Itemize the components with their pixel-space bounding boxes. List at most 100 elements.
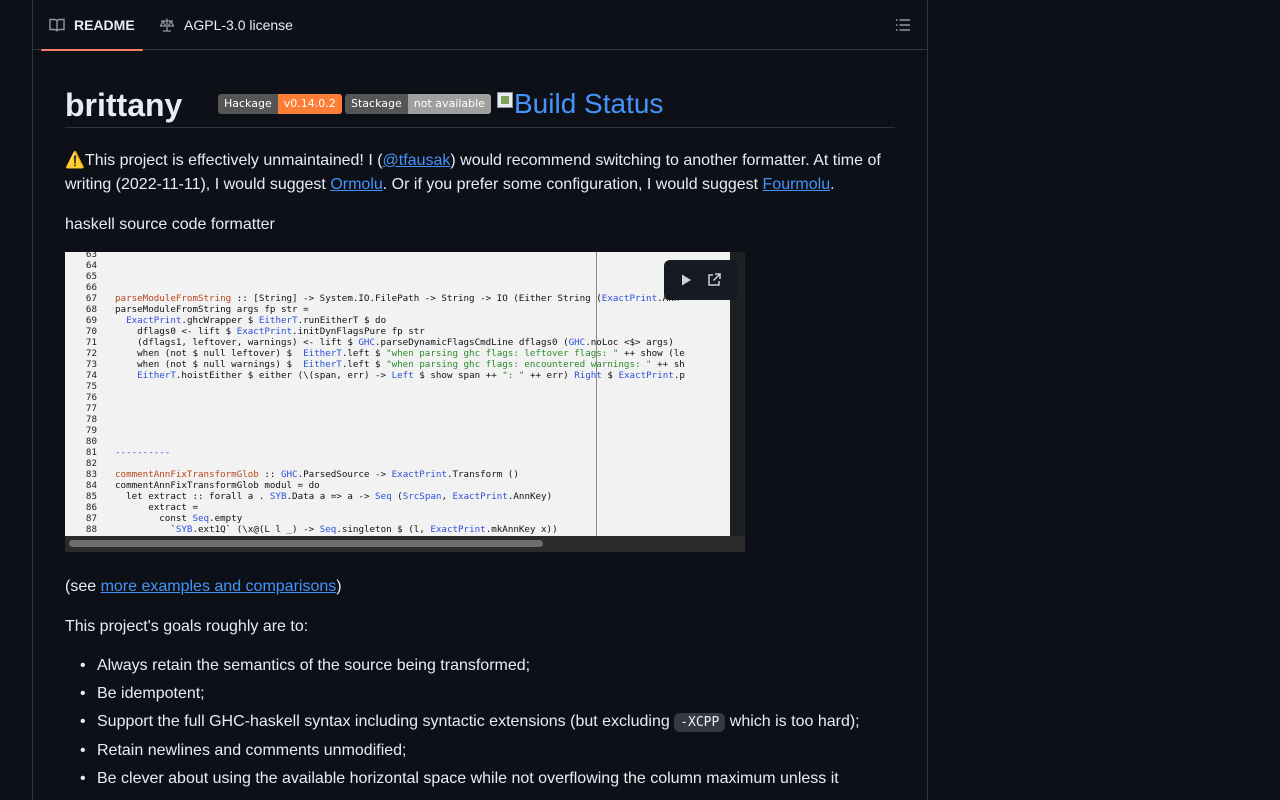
stackage-badge[interactable]: Stackage not available <box>345 94 491 114</box>
line-number: 83 <box>85 469 97 480</box>
hackage-badge[interactable]: Hackage v0.14.0.2 <box>218 94 342 114</box>
goal-text: Always retain the semantics of the sourc… <box>97 657 531 674</box>
tagline: haskell source code formatter <box>65 216 275 233</box>
tab-readme[interactable]: README <box>41 0 143 51</box>
code-text: ExactPrint.ghcWrapper $ EitherT.runEithe… <box>126 315 387 326</box>
code-line: 66 <box>65 282 730 293</box>
code-text: commentAnnFixTransformGlob modul = do <box>115 480 320 491</box>
code-text: when (not $ null leftover) $ EitherT.lef… <box>115 348 685 359</box>
external-link-icon[interactable] <box>706 272 722 288</box>
build-status-badge[interactable]: Build Status <box>497 88 663 120</box>
code-line: 69 ExactPrint.ghcWrapper $ EitherT.runEi… <box>65 315 730 326</box>
list-item: Be clever about using the available hori… <box>65 767 895 791</box>
code-line: 81 ---------- <box>65 447 730 458</box>
more-examples-link[interactable]: more examples and comparisons <box>101 578 337 595</box>
unmaintained-notice: ⚠️This project is effectively unmaintain… <box>65 149 895 197</box>
goal-text: Retain newlines and comments unmodified; <box>97 742 407 759</box>
column-limit-line <box>596 252 597 536</box>
line-number: 88 <box>85 524 97 535</box>
code-text: when (not $ null warnings) $ EitherT.lef… <box>115 359 685 370</box>
code-text: parseModuleFromString args fp str = <box>115 304 309 315</box>
fourmolu-link[interactable]: Fourmolu <box>763 176 831 193</box>
line-number: 70 <box>85 326 97 337</box>
stackage-badge-value: not available <box>407 94 491 114</box>
line-number: 87 <box>85 513 97 524</box>
list-item: Be idempotent; <box>65 682 895 706</box>
line-number: 85 <box>85 491 97 502</box>
code-text: (dflags1, leftover, warnings) <- lift $ … <box>115 337 674 348</box>
code-line: 70 dflags0 <- lift $ ExactPrint.initDynF… <box>65 326 730 337</box>
hackage-badge-label: Hackage <box>218 94 278 114</box>
code-line: 86 extract = <box>65 502 730 513</box>
line-number: 86 <box>85 502 97 513</box>
readme-tabbar: README AGPL-3.0 license <box>33 0 927 51</box>
code-text: ---------- <box>115 447 171 458</box>
code-text: const Seq.empty <box>115 513 243 524</box>
tab-license[interactable]: AGPL-3.0 license <box>155 0 297 50</box>
code-line: 65 <box>65 271 730 282</box>
code-text: let extract :: forall a . SYB.Data a => … <box>115 491 553 502</box>
code-line: 67 parseModuleFromString :: [String] -> S… <box>65 293 730 304</box>
list-item: Support the full GHC-haskell syntax incl… <box>65 710 895 735</box>
list-item: Always retain the semantics of the sourc… <box>65 654 895 678</box>
video-controls <box>664 260 737 300</box>
demo-video-code-frame: 63 64 65 66 67 parseModuleFromString :: [Stri… <box>65 252 730 536</box>
play-icon[interactable] <box>679 273 693 287</box>
code-line: 84 commentAnnFixTransformGlob modul = do <box>65 480 730 491</box>
see-examples: (see more examples and comparisons) <box>65 575 342 599</box>
code-line: 78 <box>65 414 730 425</box>
line-number: 81 <box>85 447 97 458</box>
notice-text-3: . Or if you prefer some configuration, I… <box>382 176 763 193</box>
demo-video[interactable]: 63 64 65 66 67 parseModuleFromString :: [Stri… <box>65 252 745 552</box>
code-line: 68 parseModuleFromString args fp str = <box>65 304 730 315</box>
line-number: 80 <box>85 436 97 447</box>
code-text: `SYB.ext1Q` (\x@(L l _) -> Seq.singleton… <box>115 524 558 535</box>
tfausak-link[interactable]: @tfausak <box>383 152 451 169</box>
line-number: 67 <box>85 293 97 304</box>
code-text: extract = <box>115 502 198 513</box>
code-line: 85 let extract :: forall a . SYB.Data a … <box>65 491 730 502</box>
code-text: parseModuleFromString :: [String] -> Sys… <box>115 293 679 304</box>
hackage-badge-value: v0.14.0.2 <box>277 94 342 114</box>
xcpp-code: -XCPP <box>674 713 726 732</box>
scrollbar-thumb[interactable] <box>69 540 543 547</box>
code-line: 74 EitherT.hoistEither $ either (\(span,… <box>65 370 730 381</box>
line-number: 82 <box>85 458 97 469</box>
readme-panel: README AGPL-3.0 license brittany Hackage… <box>32 0 928 800</box>
line-number: 79 <box>85 425 97 436</box>
code-line: 64 <box>65 260 730 271</box>
code-line: 63 <box>65 252 730 260</box>
notice-text-4: . <box>830 176 835 193</box>
code-line: 80 <box>65 436 730 447</box>
broken-image-icon <box>497 92 513 108</box>
line-number: 74 <box>85 370 97 381</box>
horizontal-scrollbar[interactable] <box>65 536 745 552</box>
line-number: 66 <box>85 282 97 293</box>
line-number: 68 <box>85 304 97 315</box>
table-of-contents-icon[interactable] <box>895 17 911 33</box>
law-scale-icon <box>159 18 175 32</box>
line-number: 63 <box>85 252 97 260</box>
build-status-alt-text: Build Status <box>514 88 664 119</box>
code-line: 79 <box>65 425 730 436</box>
ormolu-link[interactable]: Ormolu <box>330 176 382 193</box>
code-line: 83 commentAnnFixTransformGlob :: GHC.Pars… <box>65 469 730 480</box>
see-prefix: (see <box>65 578 101 595</box>
goal-text-suffix: which is too hard); <box>725 713 860 730</box>
line-number: 69 <box>85 315 97 326</box>
line-number: 71 <box>85 337 97 348</box>
goals-intro: This project's goals roughly are to: <box>65 618 309 635</box>
code-line: 88 `SYB.ext1Q` (\x@(L l _) -> Seq.single… <box>65 524 730 535</box>
page-title: brittany <box>65 87 183 123</box>
code-text: dflags0 <- lift $ ExactPrint.initDynFlag… <box>115 326 425 337</box>
notice-text-1: This project is effectively unmaintained… <box>84 152 383 169</box>
see-suffix: ) <box>336 578 342 595</box>
goals-list: Always retain the semantics of the sourc… <box>65 654 895 795</box>
line-number: 77 <box>85 403 97 414</box>
line-number: 72 <box>85 348 97 359</box>
line-number: 78 <box>85 414 97 425</box>
line-number: 76 <box>85 392 97 403</box>
code-line: 75 <box>65 381 730 392</box>
goal-text: Be idempotent; <box>97 685 205 702</box>
line-number: 73 <box>85 359 97 370</box>
